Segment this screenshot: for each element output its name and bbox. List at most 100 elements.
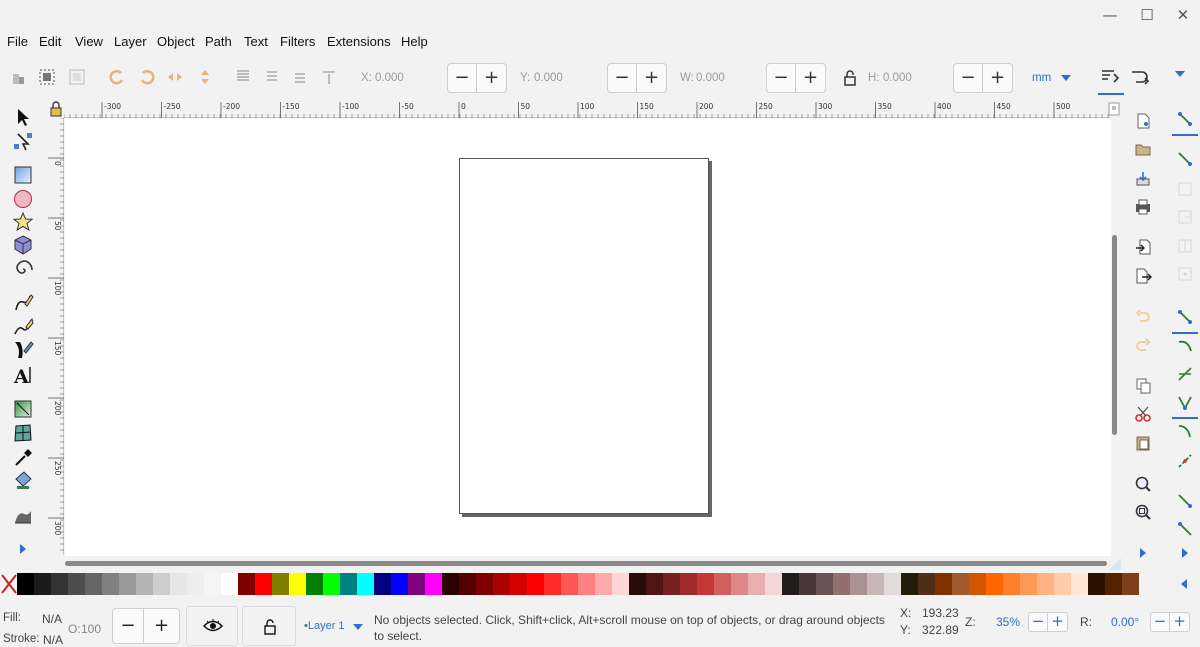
color-swatch[interactable] (816, 573, 833, 595)
x-decrement-button[interactable]: − (447, 63, 477, 93)
deselect-icon[interactable] (68, 68, 86, 86)
page-area[interactable] (459, 158, 709, 514)
y-increment-button[interactable]: + (637, 63, 667, 93)
rotate-cw-icon[interactable] (138, 68, 156, 86)
select-all-layers-icon[interactable] (38, 68, 56, 86)
vertical-scrollbar[interactable] (1110, 118, 1120, 555)
opacity-value[interactable]: 100 (81, 622, 101, 636)
menu-text[interactable]: Text (244, 34, 268, 49)
color-swatch[interactable] (1003, 573, 1020, 595)
color-swatch[interactable] (391, 573, 408, 595)
color-swatch[interactable] (85, 573, 102, 595)
close-button[interactable]: ✕ (1173, 6, 1193, 24)
color-swatch[interactable] (1122, 573, 1139, 595)
opacity-increment-button[interactable]: + (144, 608, 180, 644)
color-swatch[interactable] (442, 573, 459, 595)
snap-intersections-icon[interactable] (1176, 365, 1194, 383)
open-folder-icon[interactable] (1134, 140, 1152, 158)
color-swatch[interactable] (34, 573, 51, 595)
color-swatch[interactable] (255, 573, 272, 595)
color-swatch[interactable] (918, 573, 935, 595)
snap-enable-icon[interactable] (1176, 110, 1194, 128)
lock-icon[interactable] (843, 70, 857, 86)
zoom-corner-icon[interactable] (1106, 100, 1122, 118)
cut-icon[interactable] (1134, 405, 1152, 423)
color-swatch[interactable] (969, 573, 986, 595)
copy-icon[interactable] (1134, 376, 1152, 394)
color-swatch[interactable] (374, 573, 391, 595)
rotation-increment-button[interactable]: + (1170, 612, 1190, 632)
color-swatch[interactable] (153, 573, 170, 595)
maximize-button[interactable]: ☐ (1137, 6, 1157, 24)
h-field[interactable]: 0.000 (883, 72, 912, 84)
w-field[interactable]: 0.000 (696, 72, 725, 84)
flip-vertical-icon[interactable] (196, 68, 214, 86)
color-swatch[interactable] (544, 573, 561, 595)
color-swatch[interactable] (765, 573, 782, 595)
color-swatch[interactable] (799, 573, 816, 595)
color-swatch[interactable] (612, 573, 629, 595)
pen-tool-icon[interactable] (12, 315, 34, 337)
horizontal-scroll-thumb[interactable] (65, 561, 1107, 566)
color-swatch[interactable] (1088, 573, 1105, 595)
color-swatch[interactable] (323, 573, 340, 595)
spiral-tool-icon[interactable] (12, 258, 34, 280)
horizontal-scrollbar[interactable] (65, 560, 1107, 568)
undo-icon[interactable] (1134, 307, 1152, 325)
h-decrement-button[interactable]: − (953, 63, 983, 93)
vertical-ruler[interactable]: 0 50 100 150 200 250 300 (46, 117, 64, 555)
layer-select[interactable]: •Layer 1 (302, 618, 366, 636)
color-swatch[interactable] (1020, 573, 1037, 595)
color-swatch[interactable] (1054, 573, 1071, 595)
node-tool-icon[interactable] (12, 130, 34, 152)
snap-object-centers-icon[interactable] (1176, 492, 1194, 510)
color-swatch[interactable] (935, 573, 952, 595)
calligraphy-tool-icon[interactable] (12, 339, 34, 361)
zoom-drawing-icon[interactable] (1134, 503, 1152, 521)
color-swatch[interactable] (1037, 573, 1054, 595)
color-swatch[interactable] (170, 573, 187, 595)
snap-nodes-icon[interactable] (1176, 308, 1194, 326)
color-swatch[interactable] (272, 573, 289, 595)
color-swatch[interactable] (986, 573, 1003, 595)
menu-extensions[interactable]: Extensions (327, 34, 391, 49)
color-swatch[interactable] (833, 573, 850, 595)
color-swatch[interactable] (340, 573, 357, 595)
color-swatch[interactable] (850, 573, 867, 595)
color-swatch[interactable] (731, 573, 748, 595)
snap-bbox-edges-icon[interactable] (1176, 180, 1194, 198)
gradient-tool-icon[interactable] (12, 398, 34, 420)
snap-paths-icon[interactable] (1176, 337, 1194, 355)
menu-filters[interactable]: Filters (280, 34, 315, 49)
star-tool-icon[interactable] (12, 211, 34, 233)
color-swatch[interactable] (68, 573, 85, 595)
menu-object[interactable]: Object (157, 34, 195, 49)
zoom-selection-icon[interactable] (1134, 475, 1152, 493)
opacity-decrement-button[interactable]: − (112, 608, 144, 644)
paint-bucket-tool-icon[interactable] (12, 469, 34, 491)
guide-lock-icon[interactable] (49, 101, 63, 117)
rotation-decrement-button[interactable]: − (1150, 612, 1170, 632)
color-swatch[interactable] (102, 573, 119, 595)
3d-box-tool-icon[interactable] (12, 234, 34, 256)
color-swatch[interactable] (629, 573, 646, 595)
snap-rotation-centers-icon[interactable] (1176, 520, 1194, 538)
x-field[interactable]: 0.000 (375, 72, 404, 84)
rotate-ccw-icon[interactable] (108, 68, 126, 86)
text-tool-icon[interactable]: A (12, 364, 34, 386)
color-swatch[interactable] (867, 573, 884, 595)
color-swatch[interactable] (578, 573, 595, 595)
color-swatch[interactable] (17, 573, 34, 595)
color-swatch[interactable] (561, 573, 578, 595)
color-swatch[interactable] (425, 573, 442, 595)
color-swatch[interactable] (187, 573, 204, 595)
color-swatch[interactable] (748, 573, 765, 595)
color-swatch[interactable] (697, 573, 714, 595)
new-document-icon[interactable] (1134, 112, 1152, 130)
color-swatch[interactable] (119, 573, 136, 595)
color-swatch[interactable] (952, 573, 969, 595)
x-increment-button[interactable]: + (477, 63, 507, 93)
print-icon[interactable] (1134, 198, 1152, 216)
zoom-in-button[interactable]: + (1048, 612, 1068, 632)
color-swatch[interactable] (238, 573, 255, 595)
